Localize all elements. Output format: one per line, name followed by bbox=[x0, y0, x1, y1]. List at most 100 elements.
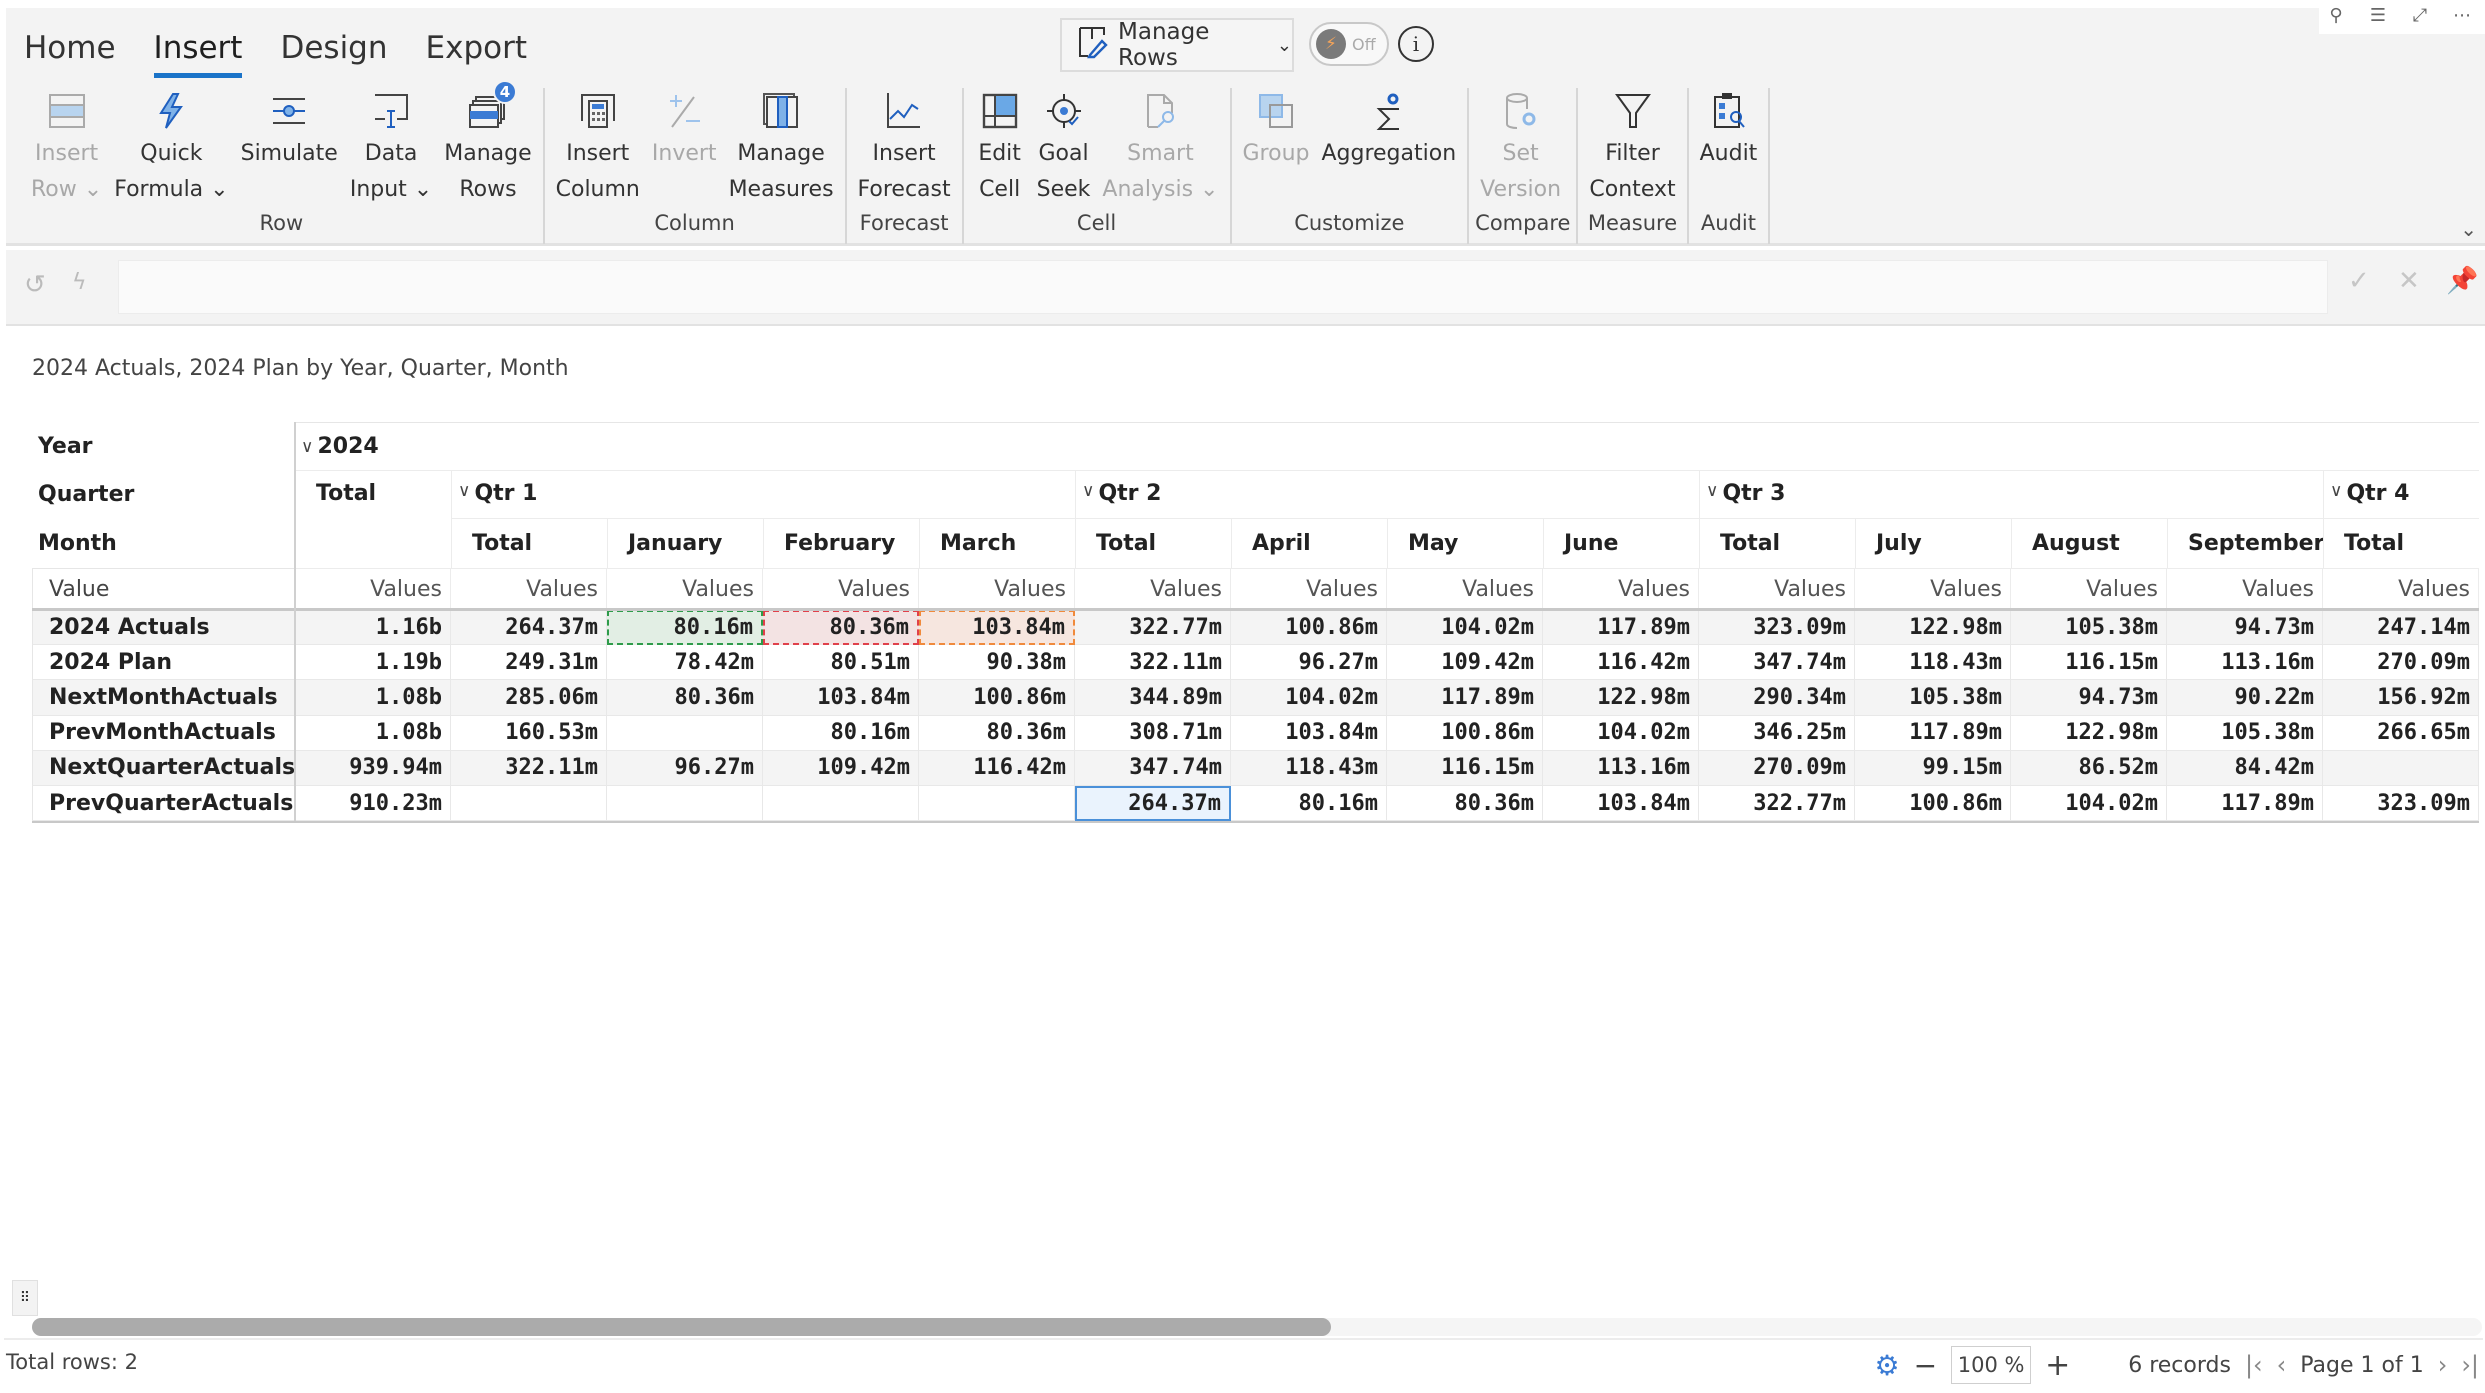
data-cell[interactable]: 323.09m bbox=[1699, 610, 1855, 646]
data-cell[interactable]: 1.08b bbox=[295, 715, 451, 751]
data-cell[interactable]: 109.42m bbox=[763, 750, 919, 786]
month-header[interactable]: May bbox=[1387, 518, 1543, 568]
data-cell[interactable]: 105.38m bbox=[2011, 610, 2167, 646]
data-cell[interactable]: 322.77m bbox=[1699, 786, 1855, 822]
data-cell[interactable] bbox=[2323, 750, 2479, 786]
row-label[interactable]: PrevQuarterActuals bbox=[32, 786, 295, 822]
data-cell[interactable]: 94.73m bbox=[2167, 610, 2323, 646]
tab-home[interactable]: Home bbox=[24, 30, 116, 72]
data-cell[interactable]: 78.42m bbox=[607, 645, 763, 681]
data-cell[interactable]: 122.98m bbox=[2011, 715, 2167, 751]
tab-export[interactable]: Export bbox=[426, 30, 527, 72]
last-page-button[interactable]: ›| bbox=[2461, 1351, 2479, 1379]
chevron-down-icon[interactable]: ∨ bbox=[301, 437, 313, 457]
data-cell[interactable]: 104.02m bbox=[1231, 680, 1387, 716]
month-header[interactable]: April bbox=[1231, 518, 1387, 568]
row-label[interactable]: PrevMonthActuals bbox=[32, 715, 295, 751]
data-cell[interactable]: 322.11m bbox=[451, 750, 607, 786]
data-cell[interactable]: 347.74m bbox=[1075, 750, 1231, 786]
data-cell[interactable]: 118.43m bbox=[1231, 750, 1387, 786]
manage-rows-button[interactable]: 4 Manage Rows bbox=[439, 80, 536, 208]
settings-gear-icon[interactable]: ⚙ bbox=[1875, 1349, 1900, 1382]
data-cell[interactable]: 116.42m bbox=[1543, 645, 1699, 681]
data-cell[interactable]: 1.19b bbox=[295, 645, 451, 681]
data-cell[interactable]: 344.89m bbox=[1075, 680, 1231, 716]
chevron-down-icon[interactable]: ∨ bbox=[458, 481, 470, 501]
drag-handle-icon[interactable]: ⠿ bbox=[12, 1280, 38, 1316]
insert-forecast-button[interactable]: Insert Forecast bbox=[853, 88, 956, 208]
row-label[interactable]: NextQuarterActuals bbox=[32, 750, 295, 786]
data-cell[interactable]: 1.08b bbox=[295, 680, 451, 716]
chevron-down-icon[interactable]: ∨ bbox=[1082, 481, 1094, 501]
data-cell[interactable]: 323.09m bbox=[2323, 786, 2479, 822]
data-cell[interactable]: 103.84m bbox=[763, 680, 919, 716]
data-cell[interactable]: 96.27m bbox=[607, 750, 763, 786]
formula-input[interactable] bbox=[118, 260, 2328, 314]
data-cell[interactable]: 109.42m bbox=[1387, 645, 1543, 681]
quarter-header[interactable]: ∨ Qtr 1 bbox=[451, 470, 1075, 518]
data-cell[interactable]: 117.89m bbox=[1543, 610, 1699, 646]
manage-measures-button[interactable]: Manage Measures bbox=[724, 88, 839, 208]
month-header[interactable]: March bbox=[919, 518, 1075, 568]
data-cell[interactable] bbox=[919, 786, 1075, 822]
data-cell[interactable]: 94.73m bbox=[2011, 680, 2167, 716]
data-cell[interactable]: 80.16m bbox=[607, 610, 763, 646]
data-cell[interactable]: 80.36m bbox=[1387, 786, 1543, 822]
data-cell[interactable]: 308.71m bbox=[1075, 715, 1231, 751]
lightning-icon[interactable]: ϟ bbox=[72, 270, 87, 295]
chevron-down-icon[interactable]: ∨ bbox=[1706, 481, 1718, 501]
horizontal-scrollbar[interactable] bbox=[32, 1318, 2482, 1336]
month-header[interactable]: February bbox=[763, 518, 919, 568]
manage-rows-dropdown[interactable]: Manage Rows ⌄ bbox=[1060, 18, 1294, 72]
first-page-button[interactable]: |‹ bbox=[2245, 1351, 2263, 1379]
data-cell[interactable]: 116.42m bbox=[919, 750, 1075, 786]
month-header[interactable]: January bbox=[607, 518, 763, 568]
data-cell[interactable]: 1.16b bbox=[295, 610, 451, 646]
data-cell[interactable]: 104.02m bbox=[1387, 610, 1543, 646]
data-cell[interactable]: 84.42m bbox=[2167, 750, 2323, 786]
data-cell[interactable]: 104.02m bbox=[1543, 715, 1699, 751]
data-cell[interactable]: 113.16m bbox=[1543, 750, 1699, 786]
check-icon[interactable]: ✓ bbox=[2348, 266, 2370, 296]
data-cell[interactable]: 100.86m bbox=[1387, 715, 1543, 751]
data-cell[interactable]: 80.16m bbox=[1231, 786, 1387, 822]
undo-icon[interactable]: ↺ bbox=[24, 270, 46, 300]
data-cell[interactable]: 80.36m bbox=[607, 680, 763, 716]
data-cell[interactable]: 264.37m bbox=[1075, 786, 1231, 822]
aggregation-button[interactable]: Aggregation bbox=[1316, 88, 1461, 208]
info-icon[interactable]: i bbox=[1398, 26, 1434, 62]
data-cell[interactable]: 266.65m bbox=[2323, 715, 2479, 751]
data-cell[interactable]: 103.84m bbox=[919, 610, 1075, 646]
data-cell[interactable]: 346.25m bbox=[1699, 715, 1855, 751]
quick-formula-button[interactable]: Quick Formula ⌄ bbox=[109, 88, 233, 208]
data-cell[interactable]: 104.02m bbox=[2011, 786, 2167, 822]
data-cell[interactable]: 90.22m bbox=[2167, 680, 2323, 716]
month-header[interactable]: Total bbox=[1699, 518, 1855, 568]
audit-button[interactable]: Audit bbox=[1695, 88, 1763, 208]
goal-seek-button[interactable]: Goal Seek bbox=[1032, 88, 1096, 208]
data-cell[interactable]: 80.36m bbox=[763, 610, 919, 646]
month-header[interactable]: August bbox=[2011, 518, 2167, 568]
month-header[interactable]: July bbox=[1855, 518, 2011, 568]
data-cell[interactable]: 117.89m bbox=[1387, 680, 1543, 716]
data-cell[interactable] bbox=[607, 786, 763, 822]
data-cell[interactable]: 105.38m bbox=[1855, 680, 2011, 716]
row-label[interactable]: 2024 Plan bbox=[32, 645, 295, 681]
zoom-out-button[interactable]: − bbox=[1914, 1349, 1937, 1382]
insert-column-button[interactable]: Insert Column bbox=[551, 88, 645, 208]
quarter-header[interactable]: ∨ Qtr 3 bbox=[1699, 470, 2323, 518]
chevron-down-icon[interactable]: ∨ bbox=[2330, 481, 2342, 501]
data-cell[interactable] bbox=[451, 786, 607, 822]
data-cell[interactable]: 103.84m bbox=[1543, 786, 1699, 822]
data-cell[interactable]: 249.31m bbox=[451, 645, 607, 681]
data-input-button[interactable]: Data Input ⌄ bbox=[345, 88, 437, 208]
data-cell[interactable]: 347.74m bbox=[1699, 645, 1855, 681]
data-cell[interactable]: 160.53m bbox=[451, 715, 607, 751]
next-page-button[interactable]: › bbox=[2438, 1351, 2448, 1379]
smart-analysis-button[interactable]: Smart Analysis ⌄ bbox=[1097, 88, 1223, 208]
ribbon-collapse-icon[interactable]: ⌄ bbox=[2460, 217, 2477, 241]
set-version-button[interactable]: Set Version bbox=[1475, 88, 1566, 208]
data-cell[interactable]: 105.38m bbox=[2167, 715, 2323, 751]
filter-context-button[interactable]: Filter Context bbox=[1584, 88, 1680, 208]
data-cell[interactable]: 118.43m bbox=[1855, 645, 2011, 681]
